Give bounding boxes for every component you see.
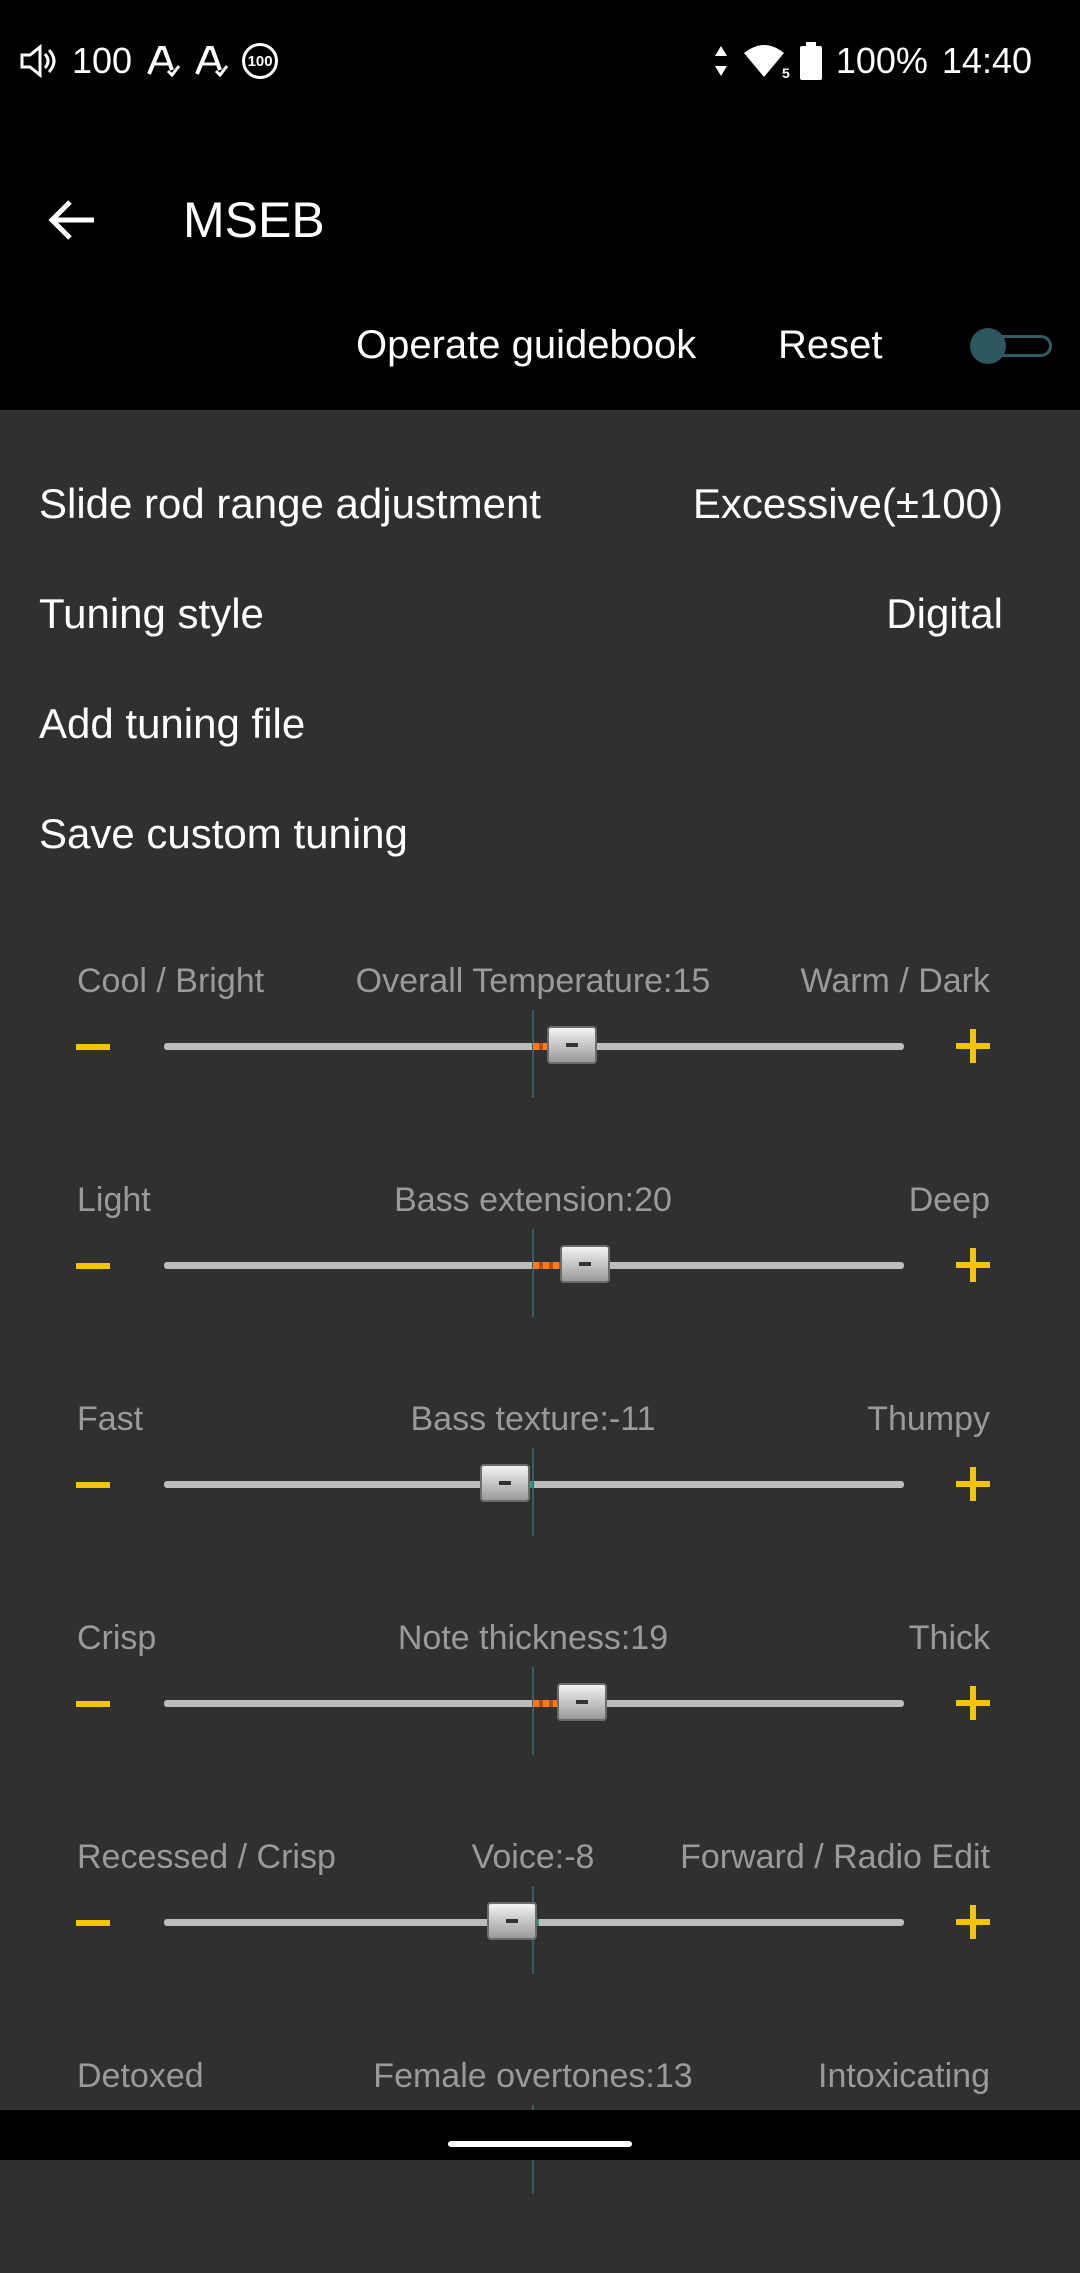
toggle-knob	[970, 328, 1006, 364]
enable-toggle[interactable]	[970, 325, 1054, 365]
slider-left-label: Detoxed	[77, 2057, 204, 2095]
slider-overall-temperature: Cool / Bright Overall Temperature:15 Warm …	[0, 958, 1080, 1178]
auto-brightness-icon	[147, 46, 181, 78]
slider-center-marker	[532, 1010, 534, 1098]
minus-icon[interactable]	[76, 1920, 110, 1926]
setting-slide-rod-range[interactable]: Slide rod range adjustment Excessive(±10…	[39, 464, 1039, 544]
slider-left-label: Cool / Bright	[77, 962, 265, 1000]
slider-fill	[533, 1700, 560, 1707]
page-title: MSEB	[183, 192, 325, 248]
slider-value-label: Voice:-8	[471, 1838, 595, 1876]
wifi-icon: 5	[742, 41, 790, 81]
slider-value-label: Note thickness:19	[397, 1619, 669, 1657]
slider-right-label: Forward / Radio Edit	[680, 1838, 990, 1876]
setting-label: Slide rod range adjustment	[39, 480, 541, 527]
setting-tuning-style[interactable]: Tuning style Digital	[39, 574, 1039, 654]
data-arrows-icon	[714, 46, 727, 76]
slider-left-label: Fast	[77, 1400, 144, 1438]
slider-left-label: Recessed / Crisp	[77, 1838, 336, 1876]
volume-level: 100	[72, 40, 133, 81]
slider-left-label: Light	[77, 1181, 151, 1219]
setting-value: Digital	[886, 590, 1003, 637]
minus-icon[interactable]	[76, 1482, 110, 1488]
slider-thumb[interactable]	[546, 1026, 597, 1064]
badge-100-icon: 100	[242, 43, 279, 79]
status-bar: 100 100 5 100% 14:40	[0, 0, 1080, 120]
slider-fill	[533, 1262, 562, 1269]
slider-note-thickness: Crisp Note thickness:19 Thick	[0, 1615, 1080, 1835]
setting-save-custom-tuning[interactable]: Save custom tuning	[39, 794, 1039, 874]
battery-icon	[799, 42, 822, 80]
slider-bass-extension: Light Bass extension:20 Deep	[0, 1177, 1080, 1397]
slider-thumb[interactable]	[487, 1902, 538, 1940]
setting-value: Excessive(±100)	[692, 480, 1003, 527]
operate-guidebook-button[interactable]: Operate guidebook	[356, 320, 696, 370]
slider-center-marker	[532, 1448, 534, 1536]
navigation-bar	[0, 2110, 1080, 2160]
slider-right-label: Thumpy	[867, 1400, 990, 1438]
slider-value-label: Bass texture:-11	[410, 1400, 656, 1438]
clock: 14:40	[941, 40, 1032, 81]
slider-bass-texture: Fast Bass texture:-11 Thumpy	[0, 1396, 1080, 1616]
slider-value-label: Bass extension:20	[394, 1181, 672, 1219]
plus-icon[interactable]	[956, 1248, 990, 1282]
slider-center-marker	[532, 1667, 534, 1755]
minus-icon[interactable]	[76, 1263, 110, 1269]
back-arrow-icon[interactable]	[42, 190, 102, 250]
slider-thumb[interactable]	[559, 1245, 610, 1283]
setting-add-tuning-file[interactable]: Add tuning file	[39, 684, 1039, 764]
volume-icon	[20, 43, 56, 79]
plus-icon[interactable]	[956, 1029, 990, 1063]
reset-button[interactable]: Reset	[778, 320, 883, 370]
wifi-generation: 5	[782, 65, 790, 81]
slider-right-label: Intoxicating	[818, 2057, 990, 2095]
slider-center-marker	[532, 1229, 534, 1317]
slider-female-overtones: Detoxed Female overtones:13 Intoxicating	[0, 2053, 1080, 2273]
slider-voice: Recessed / Crisp Voice:-8 Forward / Radio …	[0, 1834, 1080, 2054]
minus-icon[interactable]	[76, 1044, 110, 1050]
slider-value-label: Female overtones:13	[373, 2057, 693, 2095]
slider-left-label: Crisp	[77, 1619, 157, 1657]
app-bar: MSEB Operate guidebook Reset	[0, 120, 1080, 410]
plus-icon[interactable]	[956, 1686, 990, 1720]
slider-right-label: Thick	[908, 1619, 990, 1657]
slider-right-label: Warm / Dark	[800, 962, 990, 1000]
plus-icon[interactable]	[956, 1905, 990, 1939]
slider-value-label: Overall Temperature:15	[355, 962, 711, 1000]
auto-brightness-icon-2	[195, 46, 229, 78]
minus-icon[interactable]	[76, 1701, 110, 1707]
slider-thumb[interactable]	[557, 1683, 608, 1721]
home-gesture-handle[interactable]	[448, 2141, 632, 2147]
slider-track[interactable]	[164, 1481, 904, 1488]
battery-percent: 100%	[835, 40, 928, 81]
slider-thumb[interactable]	[479, 1464, 530, 1502]
plus-icon[interactable]	[956, 1467, 990, 1501]
slider-right-label: Deep	[908, 1181, 990, 1219]
setting-label: Save custom tuning	[39, 810, 408, 857]
setting-label: Tuning style	[39, 590, 264, 637]
setting-label: Add tuning file	[39, 700, 306, 747]
